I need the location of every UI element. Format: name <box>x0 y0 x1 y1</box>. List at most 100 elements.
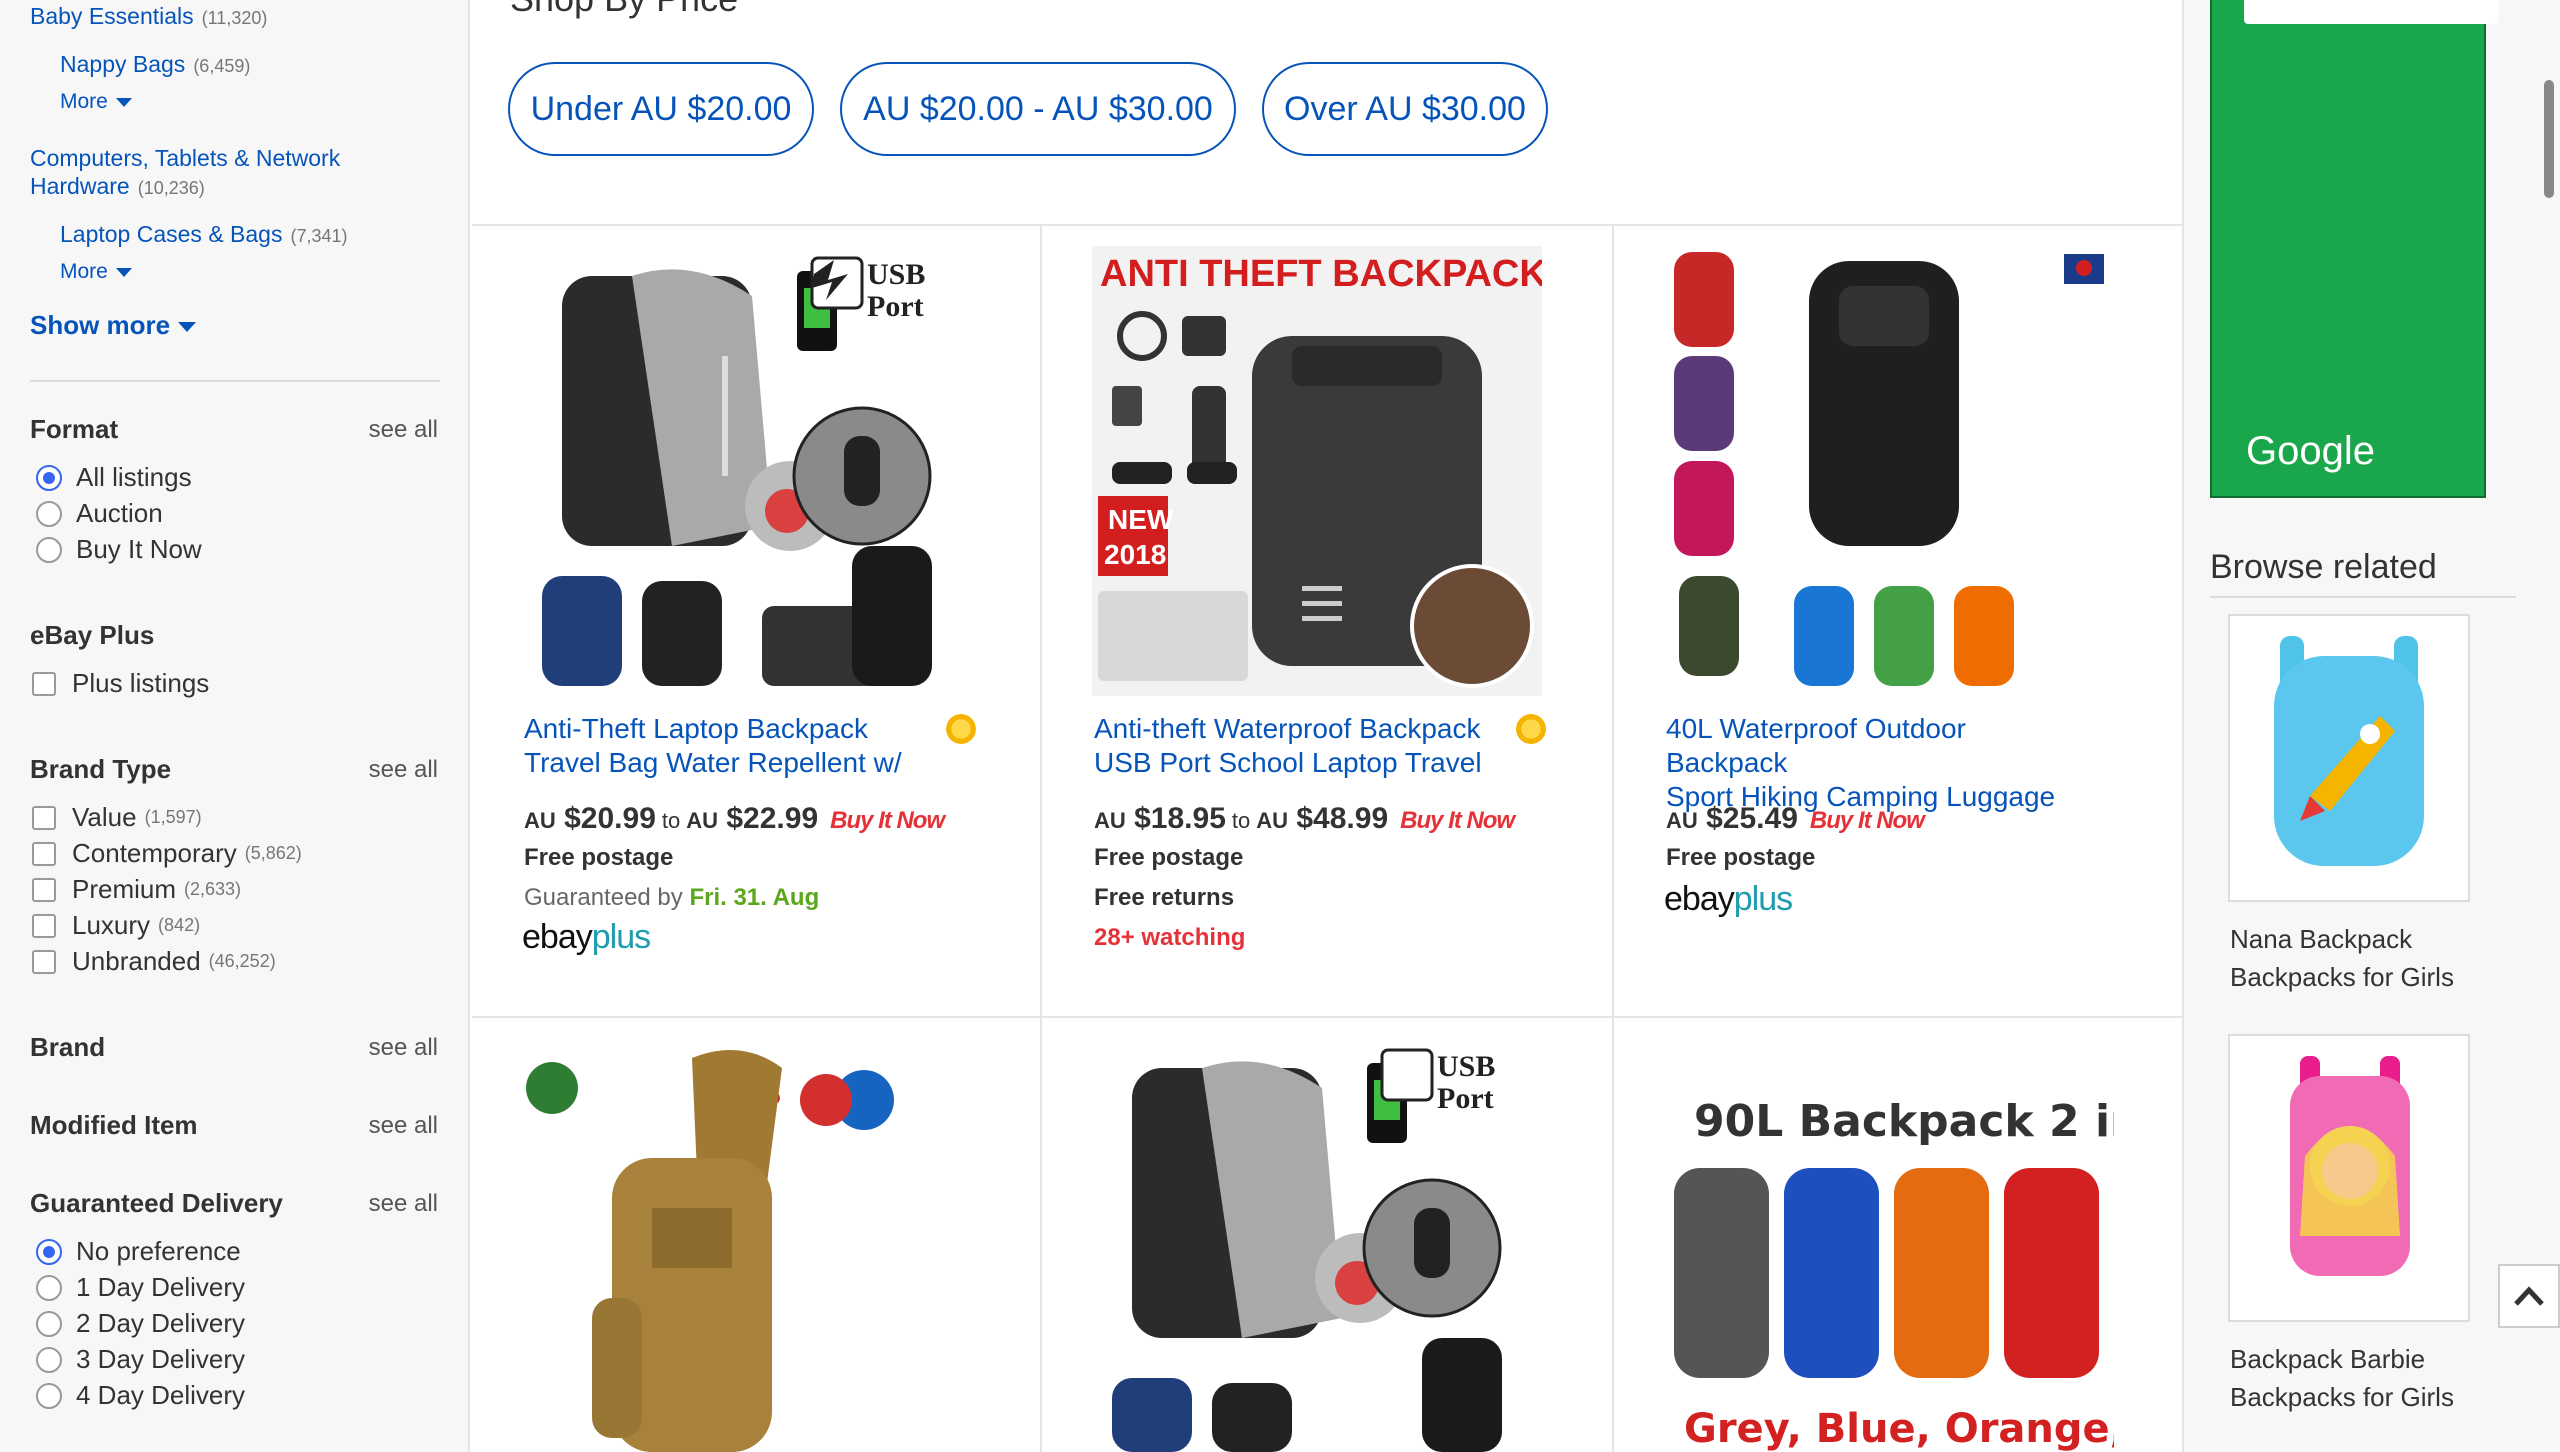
option-label: All listings <box>76 462 192 492</box>
checkbox-icon[interactable] <box>32 671 56 696</box>
see-all-brand-type[interactable]: see all <box>369 756 438 784</box>
brand-type-luxury[interactable]: Luxury (842) <box>32 910 200 941</box>
product-image[interactable]: USB Port <box>1092 1038 1542 1452</box>
scrollbar-thumb[interactable] <box>2544 80 2554 198</box>
guaranteed-date: Fri. 31. Aug <box>689 884 820 911</box>
price-low: $18.95 <box>1134 802 1226 835</box>
listing-title[interactable]: Anti-Theft Laptop Backpack Travel Bag Wat… <box>524 712 944 780</box>
see-all-format[interactable]: see all <box>369 416 438 444</box>
product-image[interactable]: ANTI THEFT BACKPACK NEW 2018 <box>1092 246 1547 696</box>
see-all-brand[interactable]: see all <box>369 1034 438 1062</box>
category-laptop-cases[interactable]: Laptop Cases & Bags (7,341) <box>60 220 348 250</box>
listing-card[interactable]: USB Port <box>1042 1018 1612 1452</box>
show-more-link[interactable]: Show more <box>30 310 197 341</box>
related-item-label[interactable]: Backpack Barbie Backpacks for Girls <box>2230 1340 2490 1416</box>
format-option-auction[interactable]: Auction <box>36 498 163 529</box>
option-label: Unbranded <box>72 946 201 976</box>
related-item-label[interactable]: Nana Backpack Backpacks for Girls <box>2230 920 2490 996</box>
price-high: $22.99 <box>726 802 819 835</box>
listing-card[interactable]: ANTI THEFT BACKPACK NEW 2018 Anti-theft … <box>1042 226 1612 1016</box>
radio-icon[interactable] <box>36 1310 62 1337</box>
delivery-option-2-day[interactable]: 2 Day Delivery <box>36 1308 245 1339</box>
more-link[interactable]: More <box>60 90 132 114</box>
checkbox-icon[interactable] <box>32 841 56 866</box>
listing-title[interactable]: Anti-theft Waterproof Backpack USB Port S… <box>1094 712 1514 780</box>
checkbox-icon[interactable] <box>32 805 56 830</box>
product-image[interactable] <box>522 1038 972 1452</box>
related-item-image[interactable] <box>2228 614 2470 902</box>
radio-selected-icon[interactable] <box>36 1238 62 1265</box>
buy-it-now-icon: Buy It Now <box>1400 807 1515 834</box>
delivery-option-no-preference[interactable]: No preference <box>36 1236 241 1267</box>
format-option-all-listings[interactable]: All listings <box>36 462 192 493</box>
checkbox-icon[interactable] <box>32 913 56 938</box>
category-label: Baby Essentials <box>30 3 194 29</box>
checkbox-icon[interactable] <box>32 949 56 974</box>
listing-card[interactable]: USB Port Anti-Theft Laptop Backpack Trave… <box>472 226 1042 1016</box>
more-link[interactable]: More <box>60 260 132 284</box>
listing-title[interactable]: 40L Waterproof Outdoor Backpack Sport Hik… <box>1666 712 2086 814</box>
radio-icon[interactable] <box>36 1382 62 1409</box>
listing-title-line: Anti-theft Waterproof Backpack <box>1094 713 1481 744</box>
browse-related-title: Browse related <box>2210 548 2437 586</box>
radio-icon[interactable] <box>36 1274 62 1301</box>
radio-icon[interactable] <box>36 536 62 563</box>
option-count: (1,597) <box>144 807 202 827</box>
product-image[interactable]: USB Port <box>522 246 972 696</box>
backpack-image: 90L Backpack 2 in 1 Grey, Blue, Orange, … <box>1674 1096 2225 1452</box>
category-baby-essentials[interactable]: Baby Essentials (11,320) <box>30 2 267 32</box>
price-filter-20-30[interactable]: AU $20.00 - AU $30.00 <box>840 62 1236 156</box>
brand-type-contemporary[interactable]: Contemporary (5,862) <box>32 838 302 869</box>
facet-title-ebay-plus: eBay Plus <box>30 620 155 650</box>
back-to-top-button[interactable] <box>2498 1264 2560 1328</box>
radio-icon[interactable] <box>36 500 62 527</box>
listing-card[interactable]: 40L Waterproof Outdoor Backpack Sport Hik… <box>1614 226 2184 1016</box>
buy-it-now-icon: Buy It Now <box>1809 807 1925 834</box>
price-filter-under-20[interactable]: Under AU $20.00 <box>508 62 814 156</box>
related-line: Nana Backpack <box>2230 924 2413 954</box>
delivery-option-3-day[interactable]: 3 Day Delivery <box>36 1344 245 1375</box>
chevron-down-icon <box>115 267 132 277</box>
brand-type-premium[interactable]: Premium (2,633) <box>32 874 241 905</box>
delivery-option-1-day[interactable]: 1 Day Delivery <box>36 1272 245 1303</box>
option-label: Contemporary <box>72 838 237 868</box>
facet-title-modified-item[interactable]: Modified Item <box>30 1110 198 1141</box>
radio-selected-icon[interactable] <box>36 464 62 491</box>
delivery-option-4-day[interactable]: 4 Day Delivery <box>36 1380 245 1411</box>
currency-label: AU <box>1666 808 1698 833</box>
option-label: 3 Day Delivery <box>76 1344 246 1374</box>
price-filter-over-30[interactable]: Over AU $30.00 <box>1262 62 1548 156</box>
category-nappy-bags[interactable]: Nappy Bags (6,459) <box>60 50 250 80</box>
sling-bag-image <box>526 1050 894 1452</box>
ad-search-box[interactable] <box>2244 0 2498 24</box>
ad-banner[interactable]: Google <box>2210 0 2498 498</box>
brand-type-value[interactable]: Value (1,597) <box>32 802 202 833</box>
backpack-image <box>1674 252 2104 686</box>
listing-card[interactable] <box>472 1018 1042 1452</box>
see-all-guaranteed-delivery[interactable]: see all <box>369 1190 438 1218</box>
listing-card[interactable]: 90L Backpack 2 in 1 Grey, Blue, Orange, … <box>1614 1018 2225 1452</box>
option-count: (2,633) <box>184 879 242 899</box>
category-count: (10,236) <box>137 178 205 198</box>
see-all-modified-item[interactable]: see all <box>369 1112 438 1140</box>
ebay-plus-logo-part: plus <box>1733 880 1793 918</box>
usb-label: USB <box>867 258 925 291</box>
product-image[interactable] <box>1664 246 2114 696</box>
product-image[interactable]: 90L Backpack 2 in 1 Grey, Blue, Orange, … <box>1664 1038 2225 1452</box>
related-item-image[interactable] <box>2228 1034 2470 1322</box>
price-low: $20.99 <box>564 802 656 835</box>
more-label: More <box>60 260 108 283</box>
ebay-plus-option[interactable]: Plus listings <box>32 668 209 699</box>
returns-info: Free returns <box>1094 884 1235 911</box>
image-colors: Grey, Blue, Orange, Red <box>1684 1406 2114 1452</box>
facet-title-format: Format <box>30 414 119 444</box>
chevron-down-icon <box>115 97 132 107</box>
category-computers[interactable]: Computers, Tablets & Network Hardware (10,… <box>30 144 430 202</box>
brand-type-unbranded[interactable]: Unbranded (46,252) <box>32 946 276 977</box>
facet-title-brand[interactable]: Brand <box>30 1032 105 1063</box>
category-label: Laptop Cases & Bags <box>60 221 283 247</box>
guaranteed-delivery: Guaranteed by Fri. 31. Aug <box>524 884 819 912</box>
checkbox-icon[interactable] <box>32 877 56 902</box>
radio-icon[interactable] <box>36 1346 62 1373</box>
format-option-buy-it-now[interactable]: Buy It Now <box>36 534 202 565</box>
